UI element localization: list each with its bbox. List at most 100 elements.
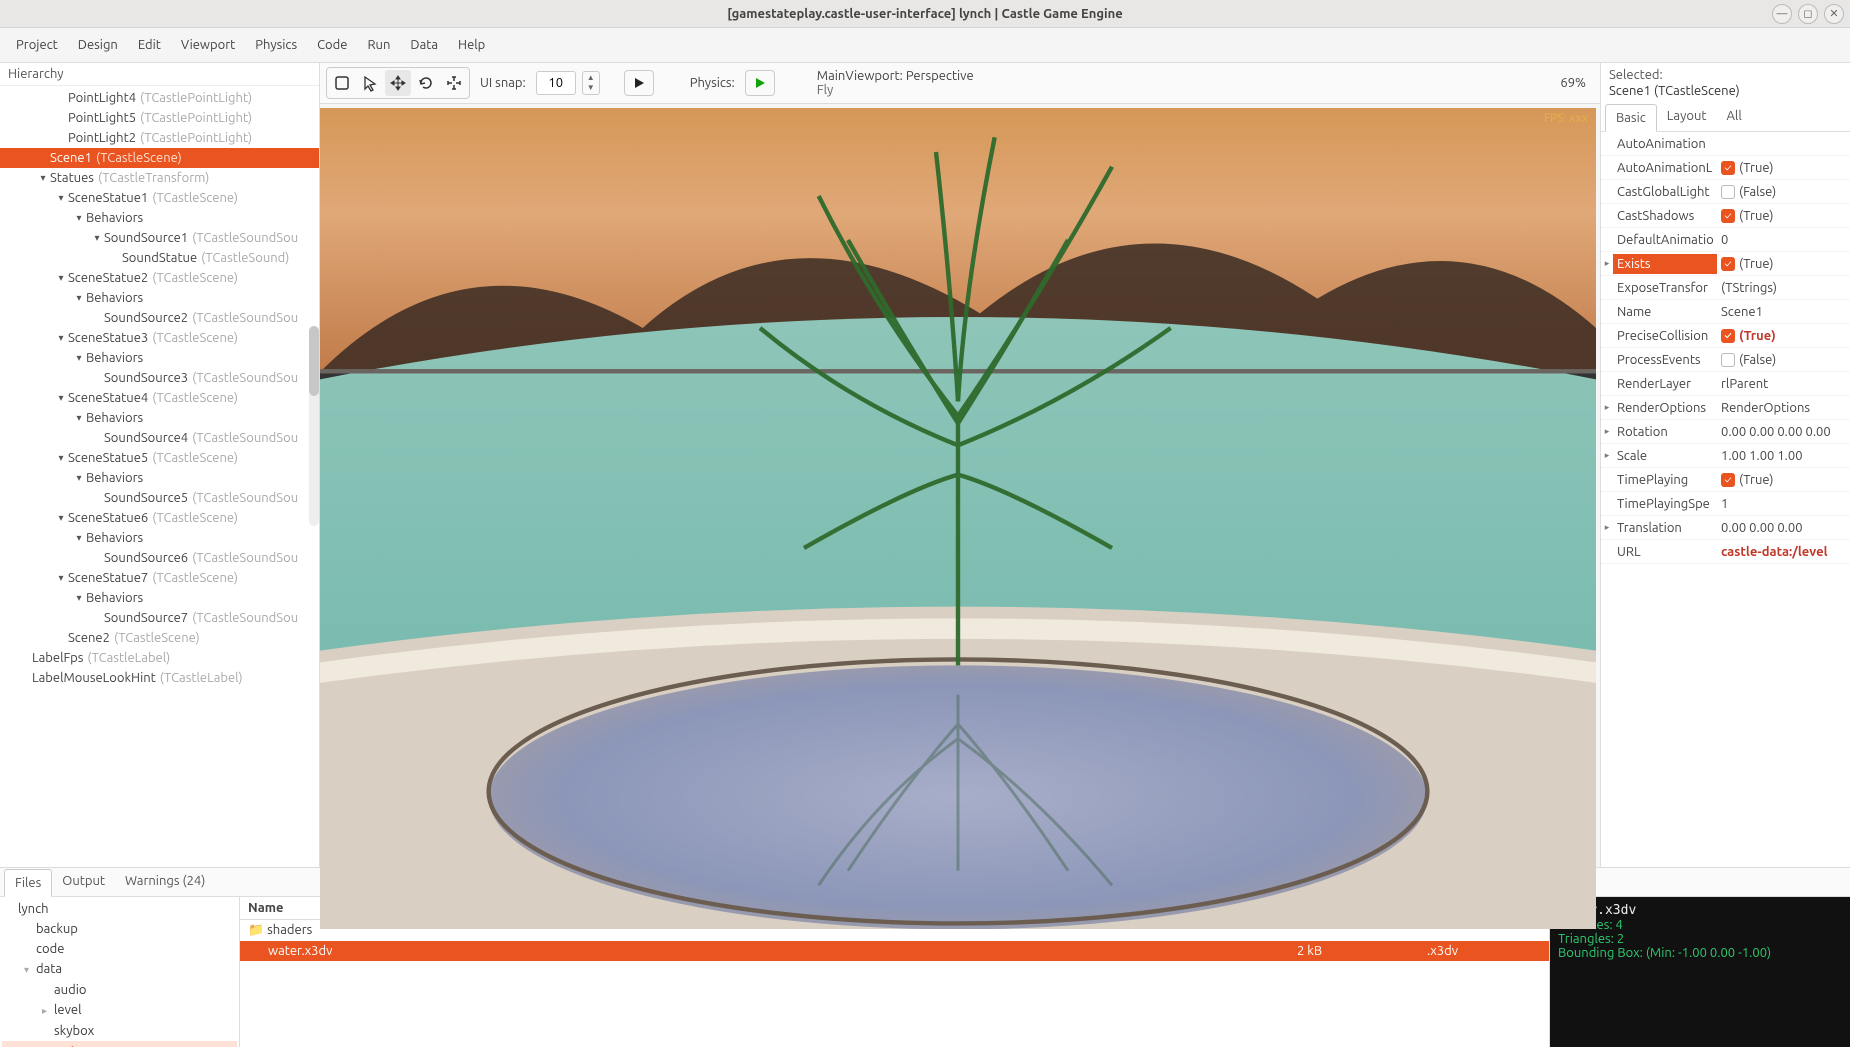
dir-row[interactable]: skybox <box>2 1021 237 1041</box>
ui-snap-stepper[interactable]: ▲▼ <box>582 71 600 95</box>
prop-row[interactable]: PreciseCollision✓(True) <box>1601 324 1850 348</box>
tree-row[interactable]: ▾SceneStatue5(TCastleScene) <box>0 448 319 468</box>
tree-row[interactable]: ▾SceneStatue1(TCastleScene) <box>0 188 319 208</box>
minimize-icon[interactable]: — <box>1772 4 1792 24</box>
menu-item-run[interactable]: Run <box>359 34 398 56</box>
dir-row[interactable]: code <box>2 939 237 959</box>
menu-item-help[interactable]: Help <box>450 34 493 56</box>
ui-snap-input[interactable] <box>536 71 576 95</box>
prop-row[interactable]: URLcastle-data:/level <box>1601 540 1850 564</box>
tree-row[interactable]: SoundSource3(TCastleSoundSou <box>0 368 319 388</box>
tree-row[interactable]: PointLight2(TCastlePointLight) <box>0 128 319 148</box>
tree-row[interactable]: Scene2(TCastleScene) <box>0 628 319 648</box>
scrollbar-thumb[interactable] <box>309 326 319 396</box>
tree-row[interactable]: ▾SceneStatue2(TCastleScene) <box>0 268 319 288</box>
tree-row[interactable]: LabelFps(TCastleLabel) <box>0 648 319 668</box>
directory-tree[interactable]: lynchbackupcode▾dataaudio▸levelskyboxwat… <box>0 897 240 1047</box>
prop-row[interactable]: TimePlayingSpe1 <box>1601 492 1850 516</box>
prop-row[interactable]: ▸Rotation0.00 0.00 0.00 0.00 <box>1601 420 1850 444</box>
tree-row[interactable]: Scene1(TCastleScene) <box>0 148 319 168</box>
dir-row[interactable]: lynch <box>2 899 237 919</box>
tree-row[interactable]: PointLight4(TCastlePointLight) <box>0 88 319 108</box>
inspector-tabs: BasicLayoutAll <box>1601 103 1850 132</box>
bottom-tab[interactable]: Files <box>4 869 52 897</box>
checkbox-icon[interactable]: ✓ <box>1721 329 1735 343</box>
checkbox-icon[interactable]: ✓ <box>1721 257 1735 271</box>
physics-play-button[interactable] <box>745 70 775 96</box>
prop-row[interactable]: ▸Translation0.00 0.00 0.00 <box>1601 516 1850 540</box>
tab-all[interactable]: All <box>1716 103 1751 131</box>
dir-row[interactable]: audio <box>2 980 237 1000</box>
file-rows[interactable]: 📁 shaderswater.x3dv2 kB.x3dv <box>240 920 1549 1047</box>
maximize-icon[interactable]: ◻ <box>1798 4 1818 24</box>
prop-row[interactable]: TimePlaying✓(True) <box>1601 468 1850 492</box>
tree-row[interactable]: ▾Behaviors <box>0 468 319 488</box>
prop-row[interactable]: RenderLayerrlParent <box>1601 372 1850 396</box>
prop-row[interactable]: ▸Scale1.00 1.00 1.00 <box>1601 444 1850 468</box>
viewport-3d[interactable]: FPS: xxx <box>320 108 1596 929</box>
prop-row[interactable]: AutoAnimation <box>1601 132 1850 156</box>
scale-icon[interactable] <box>441 70 467 96</box>
menu-item-physics[interactable]: Physics <box>247 34 305 56</box>
select-icon[interactable] <box>357 70 383 96</box>
file-row[interactable]: water.x3dv2 kB.x3dv <box>240 941 1549 961</box>
dir-row[interactable]: ▾data <box>2 959 237 980</box>
menu-item-code[interactable]: Code <box>309 34 355 56</box>
scrollbar[interactable] <box>309 326 319 526</box>
tree-row[interactable]: ▾Behaviors <box>0 348 319 368</box>
prop-row[interactable]: AutoAnimationL✓(True) <box>1601 156 1850 180</box>
tree-row[interactable]: ▾SceneStatue3(TCastleScene) <box>0 328 319 348</box>
prop-row[interactable]: ExposeTransfor(TStrings) <box>1601 276 1850 300</box>
tree-row[interactable]: SoundSource6(TCastleSoundSou <box>0 548 319 568</box>
bottom-tab[interactable]: Output <box>52 868 115 896</box>
tree-row[interactable]: ▾Behaviors <box>0 528 319 548</box>
tree-row[interactable]: SoundSource5(TCastleSoundSou <box>0 488 319 508</box>
dir-row[interactable]: backup <box>2 919 237 939</box>
checkbox-icon[interactable]: ✓ <box>1721 209 1735 223</box>
tree-row[interactable]: ▾SoundSource1(TCastleSoundSou <box>0 228 319 248</box>
move-icon[interactable] <box>385 70 411 96</box>
prop-row[interactable]: ▸Exists✓(True) <box>1601 252 1850 276</box>
play-button[interactable] <box>624 70 654 96</box>
prop-row[interactable]: CastGlobalLight(False) <box>1601 180 1850 204</box>
tree-row[interactable]: ▾Behaviors <box>0 208 319 228</box>
menu-item-project[interactable]: Project <box>8 34 66 56</box>
checkbox-icon[interactable]: ✓ <box>1721 161 1735 175</box>
tree-row[interactable]: SoundSource2(TCastleSoundSou <box>0 308 319 328</box>
menu-item-data[interactable]: Data <box>402 34 446 56</box>
tab-basic[interactable]: Basic <box>1605 104 1657 132</box>
menu-item-viewport[interactable]: Viewport <box>173 34 243 56</box>
prop-row[interactable]: CastShadows✓(True) <box>1601 204 1850 228</box>
tree-row[interactable]: SoundStatue(TCastleSound) <box>0 248 319 268</box>
tree-row[interactable]: PointLight5(TCastlePointLight) <box>0 108 319 128</box>
rotate-icon[interactable] <box>413 70 439 96</box>
tree-row[interactable]: SoundSource4(TCastleSoundSou <box>0 428 319 448</box>
tree-row[interactable]: ▾SceneStatue6(TCastleScene) <box>0 508 319 528</box>
close-icon[interactable]: ✕ <box>1824 4 1844 24</box>
tree-row[interactable]: LabelMouseLookHint(TCastleLabel) <box>0 668 319 688</box>
dir-row[interactable]: ▸level <box>2 1000 237 1021</box>
menu-item-edit[interactable]: Edit <box>130 34 169 56</box>
tree-row[interactable]: ▾SceneStatue7(TCastleScene) <box>0 568 319 588</box>
tree-row[interactable]: ▾SceneStatue4(TCastleScene) <box>0 388 319 408</box>
bottom-tab[interactable]: Warnings (24) <box>115 868 215 896</box>
hierarchy-tree[interactable]: PointLight4(TCastlePointLight)PointLight… <box>0 86 319 867</box>
property-grid[interactable]: AutoAnimationAutoAnimationL✓(True)CastGl… <box>1601 132 1850 867</box>
preview-line: Triangles: 2 <box>1558 932 1842 946</box>
tree-row[interactable]: SoundSource7(TCastleSoundSou <box>0 608 319 628</box>
tree-row[interactable]: ▾Statues(TCastleTransform) <box>0 168 319 188</box>
tree-row[interactable]: ▾Behaviors <box>0 288 319 308</box>
tab-layout[interactable]: Layout <box>1657 103 1717 131</box>
checkbox-icon[interactable] <box>1721 353 1735 367</box>
prop-row[interactable]: NameScene1 <box>1601 300 1850 324</box>
dir-row[interactable]: water <box>2 1041 237 1047</box>
checkbox-icon[interactable] <box>1721 185 1735 199</box>
tree-row[interactable]: ▾Behaviors <box>0 408 319 428</box>
prop-row[interactable]: ProcessEvents(False) <box>1601 348 1850 372</box>
tree-row[interactable]: ▾Behaviors <box>0 588 319 608</box>
checkbox-icon[interactable]: ✓ <box>1721 473 1735 487</box>
menu-item-design[interactable]: Design <box>70 34 126 56</box>
rect-select-icon[interactable] <box>329 70 355 96</box>
prop-row[interactable]: ▸RenderOptionsRenderOptions <box>1601 396 1850 420</box>
prop-row[interactable]: DefaultAnimatio0 <box>1601 228 1850 252</box>
